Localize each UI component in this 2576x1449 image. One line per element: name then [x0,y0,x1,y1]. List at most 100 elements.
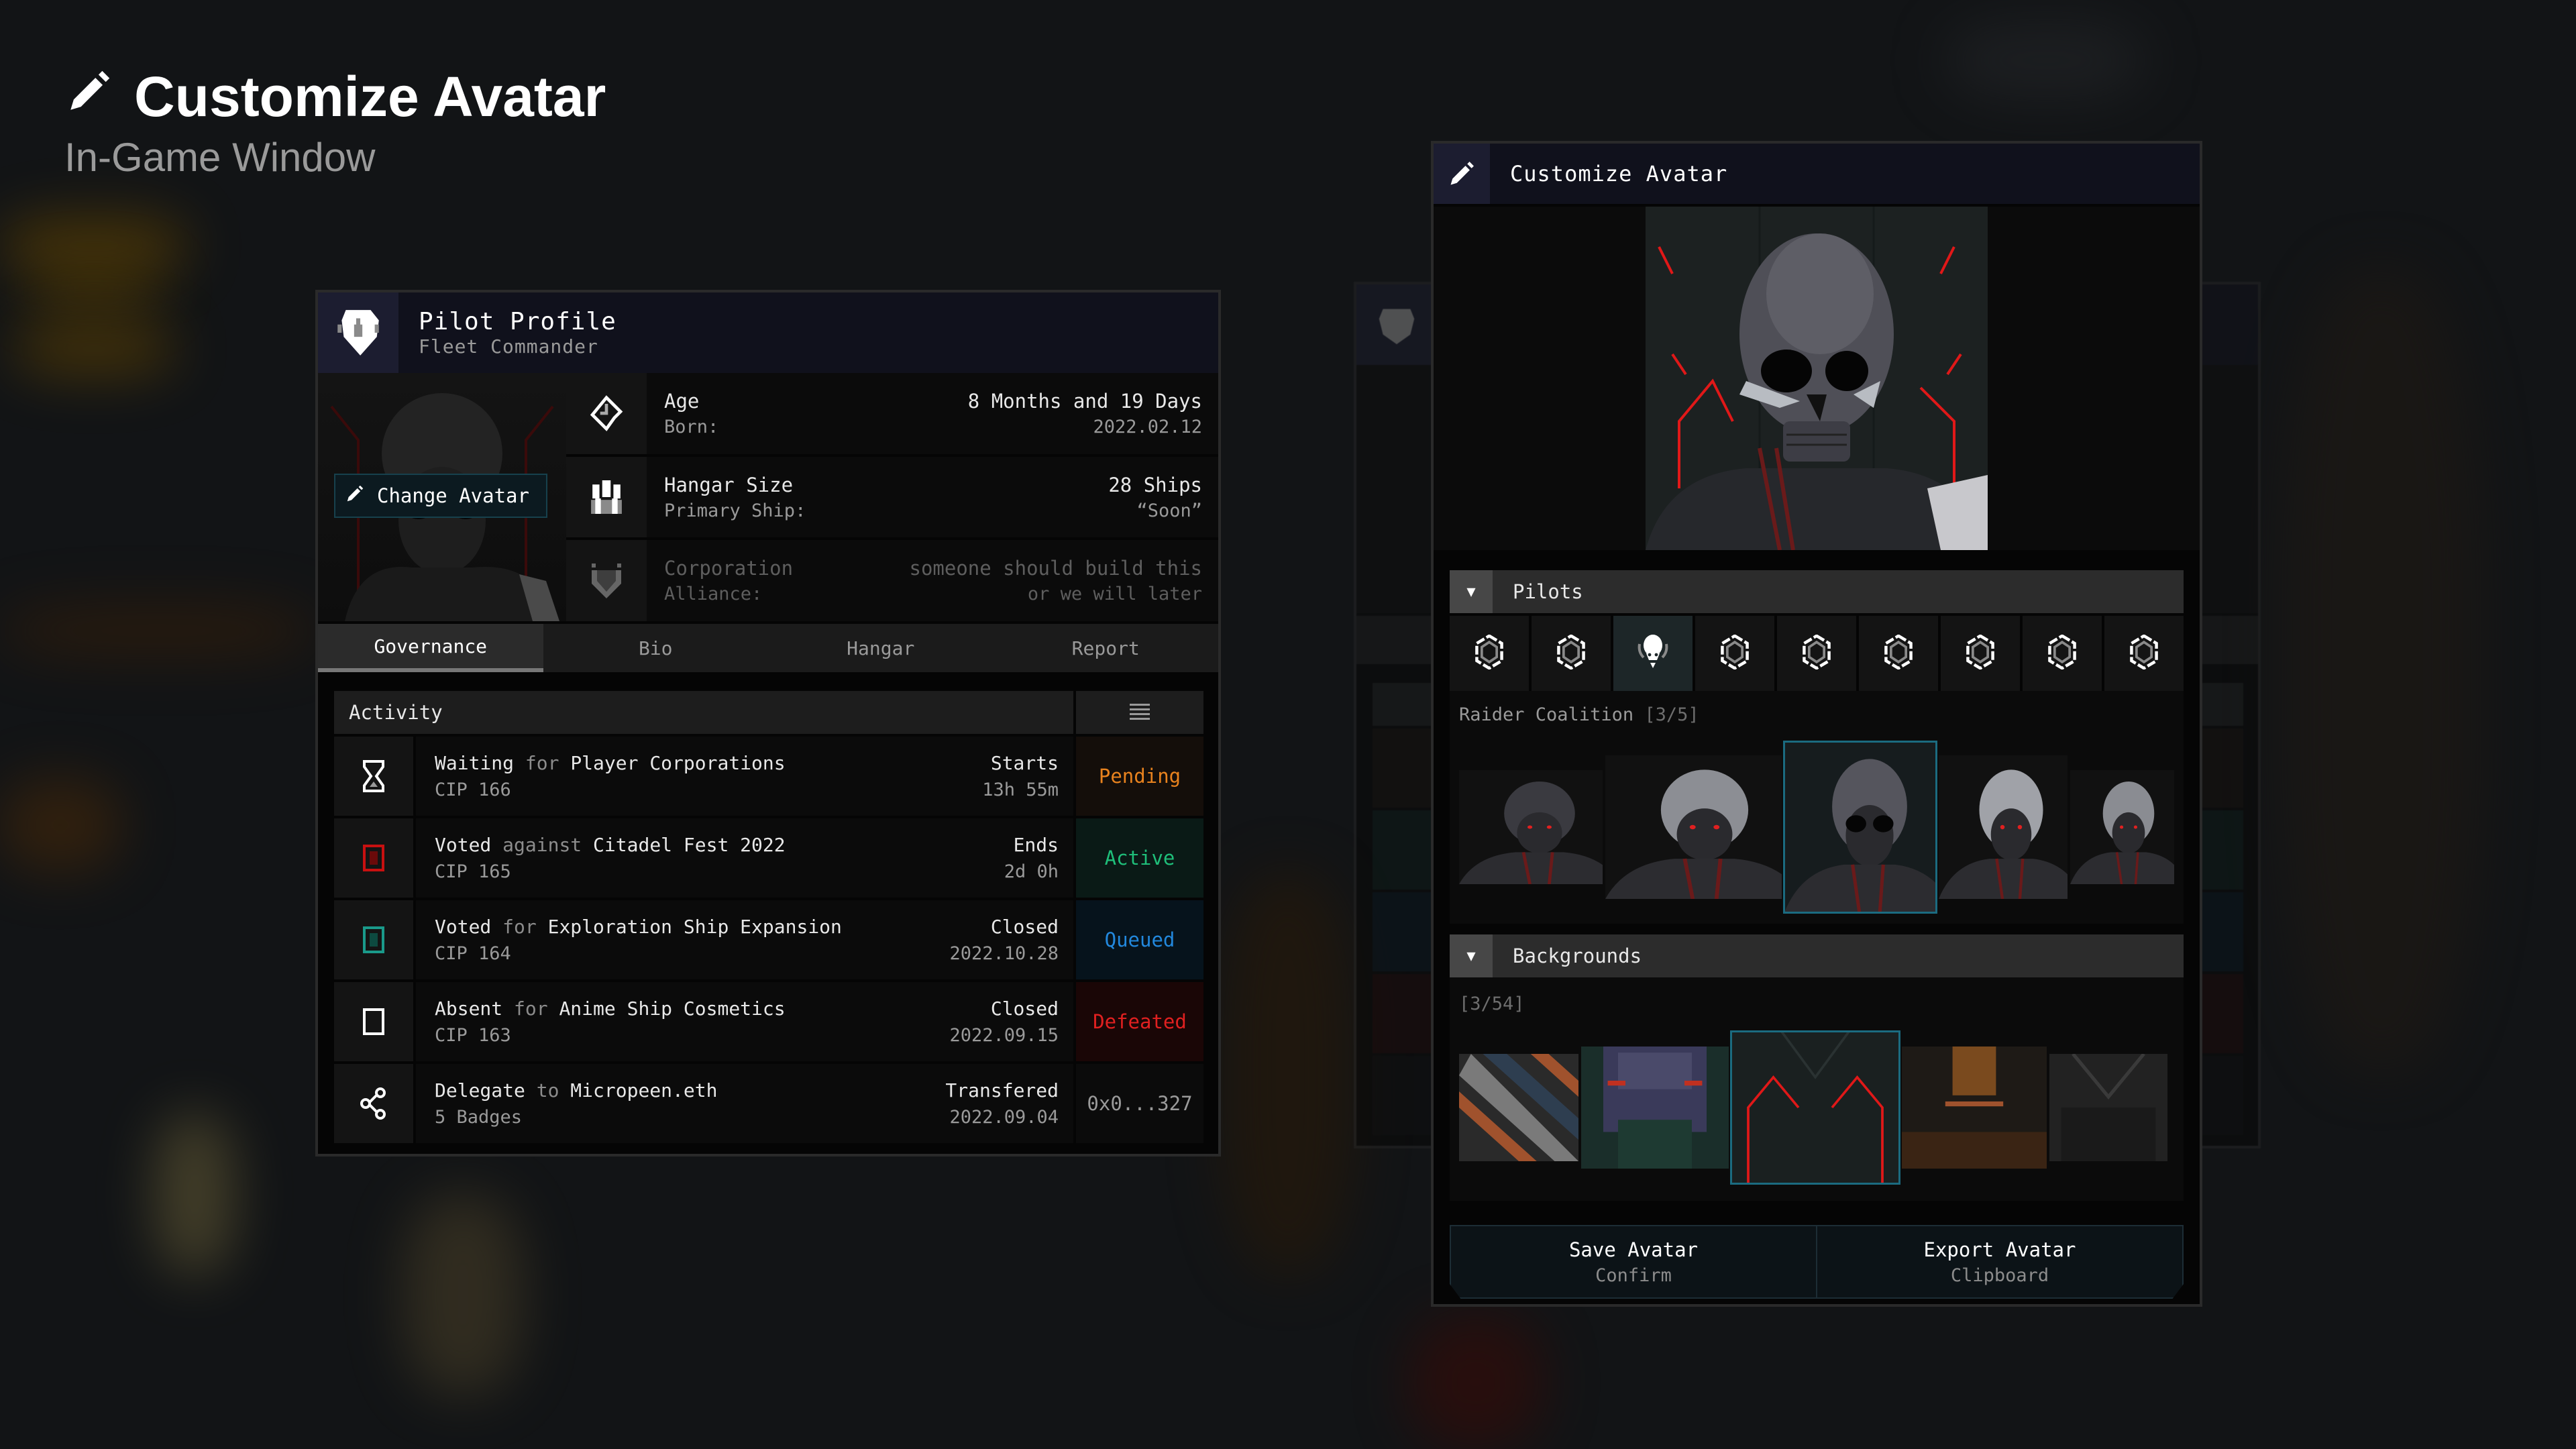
faction-tab[interactable] [1859,616,1938,691]
activity-title: Absent for Anime Ship Cosmetics [435,998,786,1020]
hourglass-icon [334,737,413,816]
activity-panel: Activity Waiting for Player Corporations… [334,691,1203,1143]
vote-for-icon [334,900,413,979]
faction-tab[interactable] [1941,616,2020,691]
pilot-profile-header: Pilot Profile Fleet Commander [318,292,1218,373]
window-title: Customize Avatar [1510,161,1728,186]
activity-subject: Exploration Ship Expansion [547,916,842,938]
pilot-portrait-option[interactable] [1605,755,1782,899]
ship-hangar-icon [566,456,647,538]
hexagon-faction-icon [1556,634,1587,672]
hexagon-faction-icon [2047,634,2078,672]
activity-preposition: for [514,998,548,1020]
background-option[interactable] [1581,1046,1729,1169]
pencil-icon [345,484,365,508]
collapse-backgrounds-toggle[interactable]: ▼ [1450,934,1493,977]
clock-diamond-icon [566,373,647,454]
skull-faction-icon [1635,633,1670,674]
tab-report[interactable]: Report [994,624,1219,672]
stat-corporation: Corporation Alliance: someone should buil… [566,540,1218,622]
page-subtitle: In-Game Window [64,135,376,180]
stat-value: 28 Ships [1108,473,1202,496]
activity-row[interactable]: Waiting for Player Corporations CIP 166 St… [334,737,1203,816]
stat-age: Age Born: 8 Months and 19 Days 2022.02.12 [566,373,1218,454]
activity-verb: Voted [435,916,492,938]
backgrounds-section: ▼ Backgrounds [3/54] [1450,934,2184,1201]
customize-avatar-window: Customize Avatar ▼ Pilots Raider Coaliti… [1431,141,2202,1307]
collapse-pilots-toggle[interactable]: ▼ [1450,570,1493,613]
activity-preposition: to [536,1079,559,1102]
activity-row[interactable]: Absent for Anime Ship Cosmetics CIP 163 Cl… [334,982,1203,1061]
background-option[interactable] [1902,1046,2047,1169]
activity-verb: Absent [435,998,503,1020]
background-count: [3/54] [1459,994,1525,1014]
status-badge: Queued [1076,900,1203,979]
hexagon-faction-icon [1883,634,1914,672]
stat-label: Hangar Size [664,473,794,496]
pilot-carousel [1459,741,2174,914]
profile-stats: Age Born: 8 Months and 19 Days 2022.02.12 … [566,373,1218,622]
activity-row[interactable]: Delegate to Micropeen.eth 5 Badges Transfe… [334,1064,1203,1143]
export-avatar-button[interactable]: Export Avatar Clipboard [1816,1226,2182,1297]
pilot-portrait-option[interactable] [1782,741,1937,914]
activity-time-value: 2022.09.04 [949,1107,1059,1128]
faction-tab[interactable] [1532,616,1611,691]
pencil-icon [1434,144,1490,204]
activity-subject: Anime Ship Cosmetics [559,998,786,1020]
faction-tab[interactable] [2104,616,2184,691]
raider-emblem-icon [318,292,398,373]
absent-box-icon [334,982,413,1061]
activity-time-label: Starts [990,752,1059,774]
tab-governance[interactable]: Governance [318,624,543,672]
faction-count: [3/5] [1644,704,1699,725]
activity-title: Voted against Citadel Fest 2022 [435,834,786,856]
avatar-preview [1646,207,1988,550]
activity-subject: Citadel Fest 2022 [593,834,786,856]
button-sublabel: Clipboard [1950,1265,2049,1286]
action-buttons: Save Avatar Confirm Export Avatar Clipbo… [1450,1225,2184,1299]
pilot-portrait-option[interactable] [2070,770,2174,884]
window-title: Pilot Profile [419,308,616,335]
tab-hangar[interactable]: Hangar [768,624,994,672]
faction-tab[interactable] [1613,616,1693,691]
faction-tab[interactable] [1450,616,1529,691]
section-title: Backgrounds [1513,945,1642,967]
activity-title: Delegate to Micropeen.eth [435,1079,717,1102]
menu-icon[interactable] [1076,691,1203,734]
stat-sublabel: Primary Ship: [664,500,806,521]
background-option[interactable] [1730,1030,1900,1185]
faction-tab[interactable] [2023,616,2102,691]
hexagon-faction-icon [1719,634,1750,672]
share-icon [334,1064,413,1143]
hexagon-faction-icon [1474,634,1505,672]
activity-proposal-id: 5 Badges [435,1107,523,1128]
button-label: Export Avatar [1923,1238,2076,1261]
pilots-section: ▼ Pilots Raider Coalition [3/5] [1450,570,2184,924]
activity-time-label: Closed [990,998,1059,1020]
page-title-text: Customize Avatar [134,65,606,128]
activity-row[interactable]: Voted for Exploration Ship Expansion CIP … [334,900,1203,979]
pilot-portrait-option[interactable] [1459,770,1603,884]
activity-title: Voted for Exploration Ship Expansion [435,916,842,938]
status-badge: Pending [1076,737,1203,816]
pencil-icon [64,64,114,129]
background-option[interactable] [2049,1054,2167,1161]
activity-time-value: 13h 55m [982,780,1059,800]
faction-tab[interactable] [1695,616,1774,691]
button-sublabel: Confirm [1595,1265,1672,1286]
faction-tab[interactable] [1777,616,1856,691]
pilot-portrait-option[interactable] [1938,755,2068,899]
activity-verb: Voted [435,834,492,856]
activity-proposal-id: CIP 163 [435,1025,511,1046]
stat-sublabel: Alliance: [664,584,763,605]
stat-hangar: Hangar Size Primary Ship: 28 Ships “Soon” [566,456,1218,538]
background-option[interactable] [1459,1054,1578,1161]
activity-time-label: Ends [1013,834,1059,856]
triangle-down-icon: ▼ [1466,583,1476,600]
tab-bio[interactable]: Bio [543,624,769,672]
faction-selector [1450,616,2184,691]
activity-row[interactable]: Voted against Citadel Fest 2022 CIP 165 En… [334,818,1203,898]
avatar-portrait: Change Avatar [318,373,566,621]
change-avatar-button[interactable]: Change Avatar [334,474,547,518]
save-avatar-button[interactable]: Save Avatar Confirm [1451,1226,1816,1297]
